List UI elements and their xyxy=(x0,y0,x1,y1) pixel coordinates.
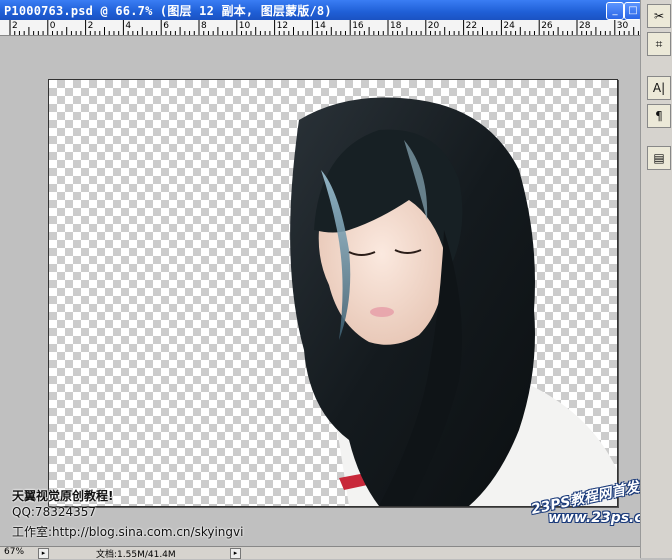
ruler-label: 0 xyxy=(49,21,56,31)
ruler-label: 4 xyxy=(125,21,132,31)
character-icon[interactable]: A| xyxy=(647,76,671,100)
minimize-button[interactable]: _ xyxy=(606,2,624,20)
ruler-label: 8 xyxy=(201,21,207,31)
palette-well: ✂ ⌗ A| ¶ ▤ xyxy=(640,0,672,558)
maximize-icon: □ xyxy=(628,5,638,16)
canvas-work-area[interactable]: 天翼视觉原创教程! QQ:78324357 工作室:http://blog.si… xyxy=(0,36,667,546)
ruler-label: 2 xyxy=(87,21,94,31)
ruler-label: 24 xyxy=(503,21,515,31)
paragraph-icon[interactable]: ¶ xyxy=(647,104,671,128)
document-size-info: 文档:1.55M/41.4M xyxy=(96,550,176,560)
minimize-icon: _ xyxy=(612,5,618,16)
ruler-label: 6 xyxy=(163,21,169,31)
ruler-label: 14 xyxy=(314,21,326,31)
portrait-image xyxy=(290,97,617,506)
ruler-label: 10 xyxy=(238,21,251,31)
history-brush-icon[interactable]: ⌗ xyxy=(647,32,671,56)
ruler-label: 2 xyxy=(12,21,18,31)
layer-comps-icon[interactable]: ▤ xyxy=(647,146,671,170)
document-canvas[interactable] xyxy=(48,79,618,507)
horizontal-ruler[interactable]: 2 0 2 4 6 8 10 12 14 16 18 20 22 24 26 28 30 xyxy=(0,20,640,36)
document-title: P1000763.psd @ 66.7% (图层 12 副本, 图层蒙版/8) xyxy=(4,4,332,18)
toolbox-icon[interactable]: ✂ xyxy=(647,4,671,28)
ruler-label: 16 xyxy=(352,21,364,31)
document-title-bar[interactable]: P1000763.psd @ 66.7% (图层 12 副本, 图层蒙版/8) … xyxy=(0,0,672,20)
status-bar: 67% ▸ 文档:1.55M/41.4M ▸ xyxy=(0,546,640,560)
ruler-label: 20 xyxy=(427,21,440,31)
watermark-line-1: 天翼视觉原创教程! xyxy=(12,489,114,503)
watermark-line-3: 工作室:http://blog.sina.com.cn/skyingvi xyxy=(12,525,244,539)
status-menu-button[interactable]: ▸ xyxy=(38,548,49,559)
ruler-label: 12 xyxy=(276,21,289,31)
ruler-label: 28 xyxy=(579,21,591,31)
status-scroll-right-button[interactable]: ▸ xyxy=(230,548,241,559)
ruler-label: 22 xyxy=(465,21,478,31)
ruler-label: 26 xyxy=(541,21,553,31)
ruler-label: 18 xyxy=(390,21,402,31)
watermark-line-2: QQ:78324357 xyxy=(12,505,97,519)
ruler-label: 30 xyxy=(616,21,629,31)
zoom-level[interactable]: 67% xyxy=(4,547,24,557)
